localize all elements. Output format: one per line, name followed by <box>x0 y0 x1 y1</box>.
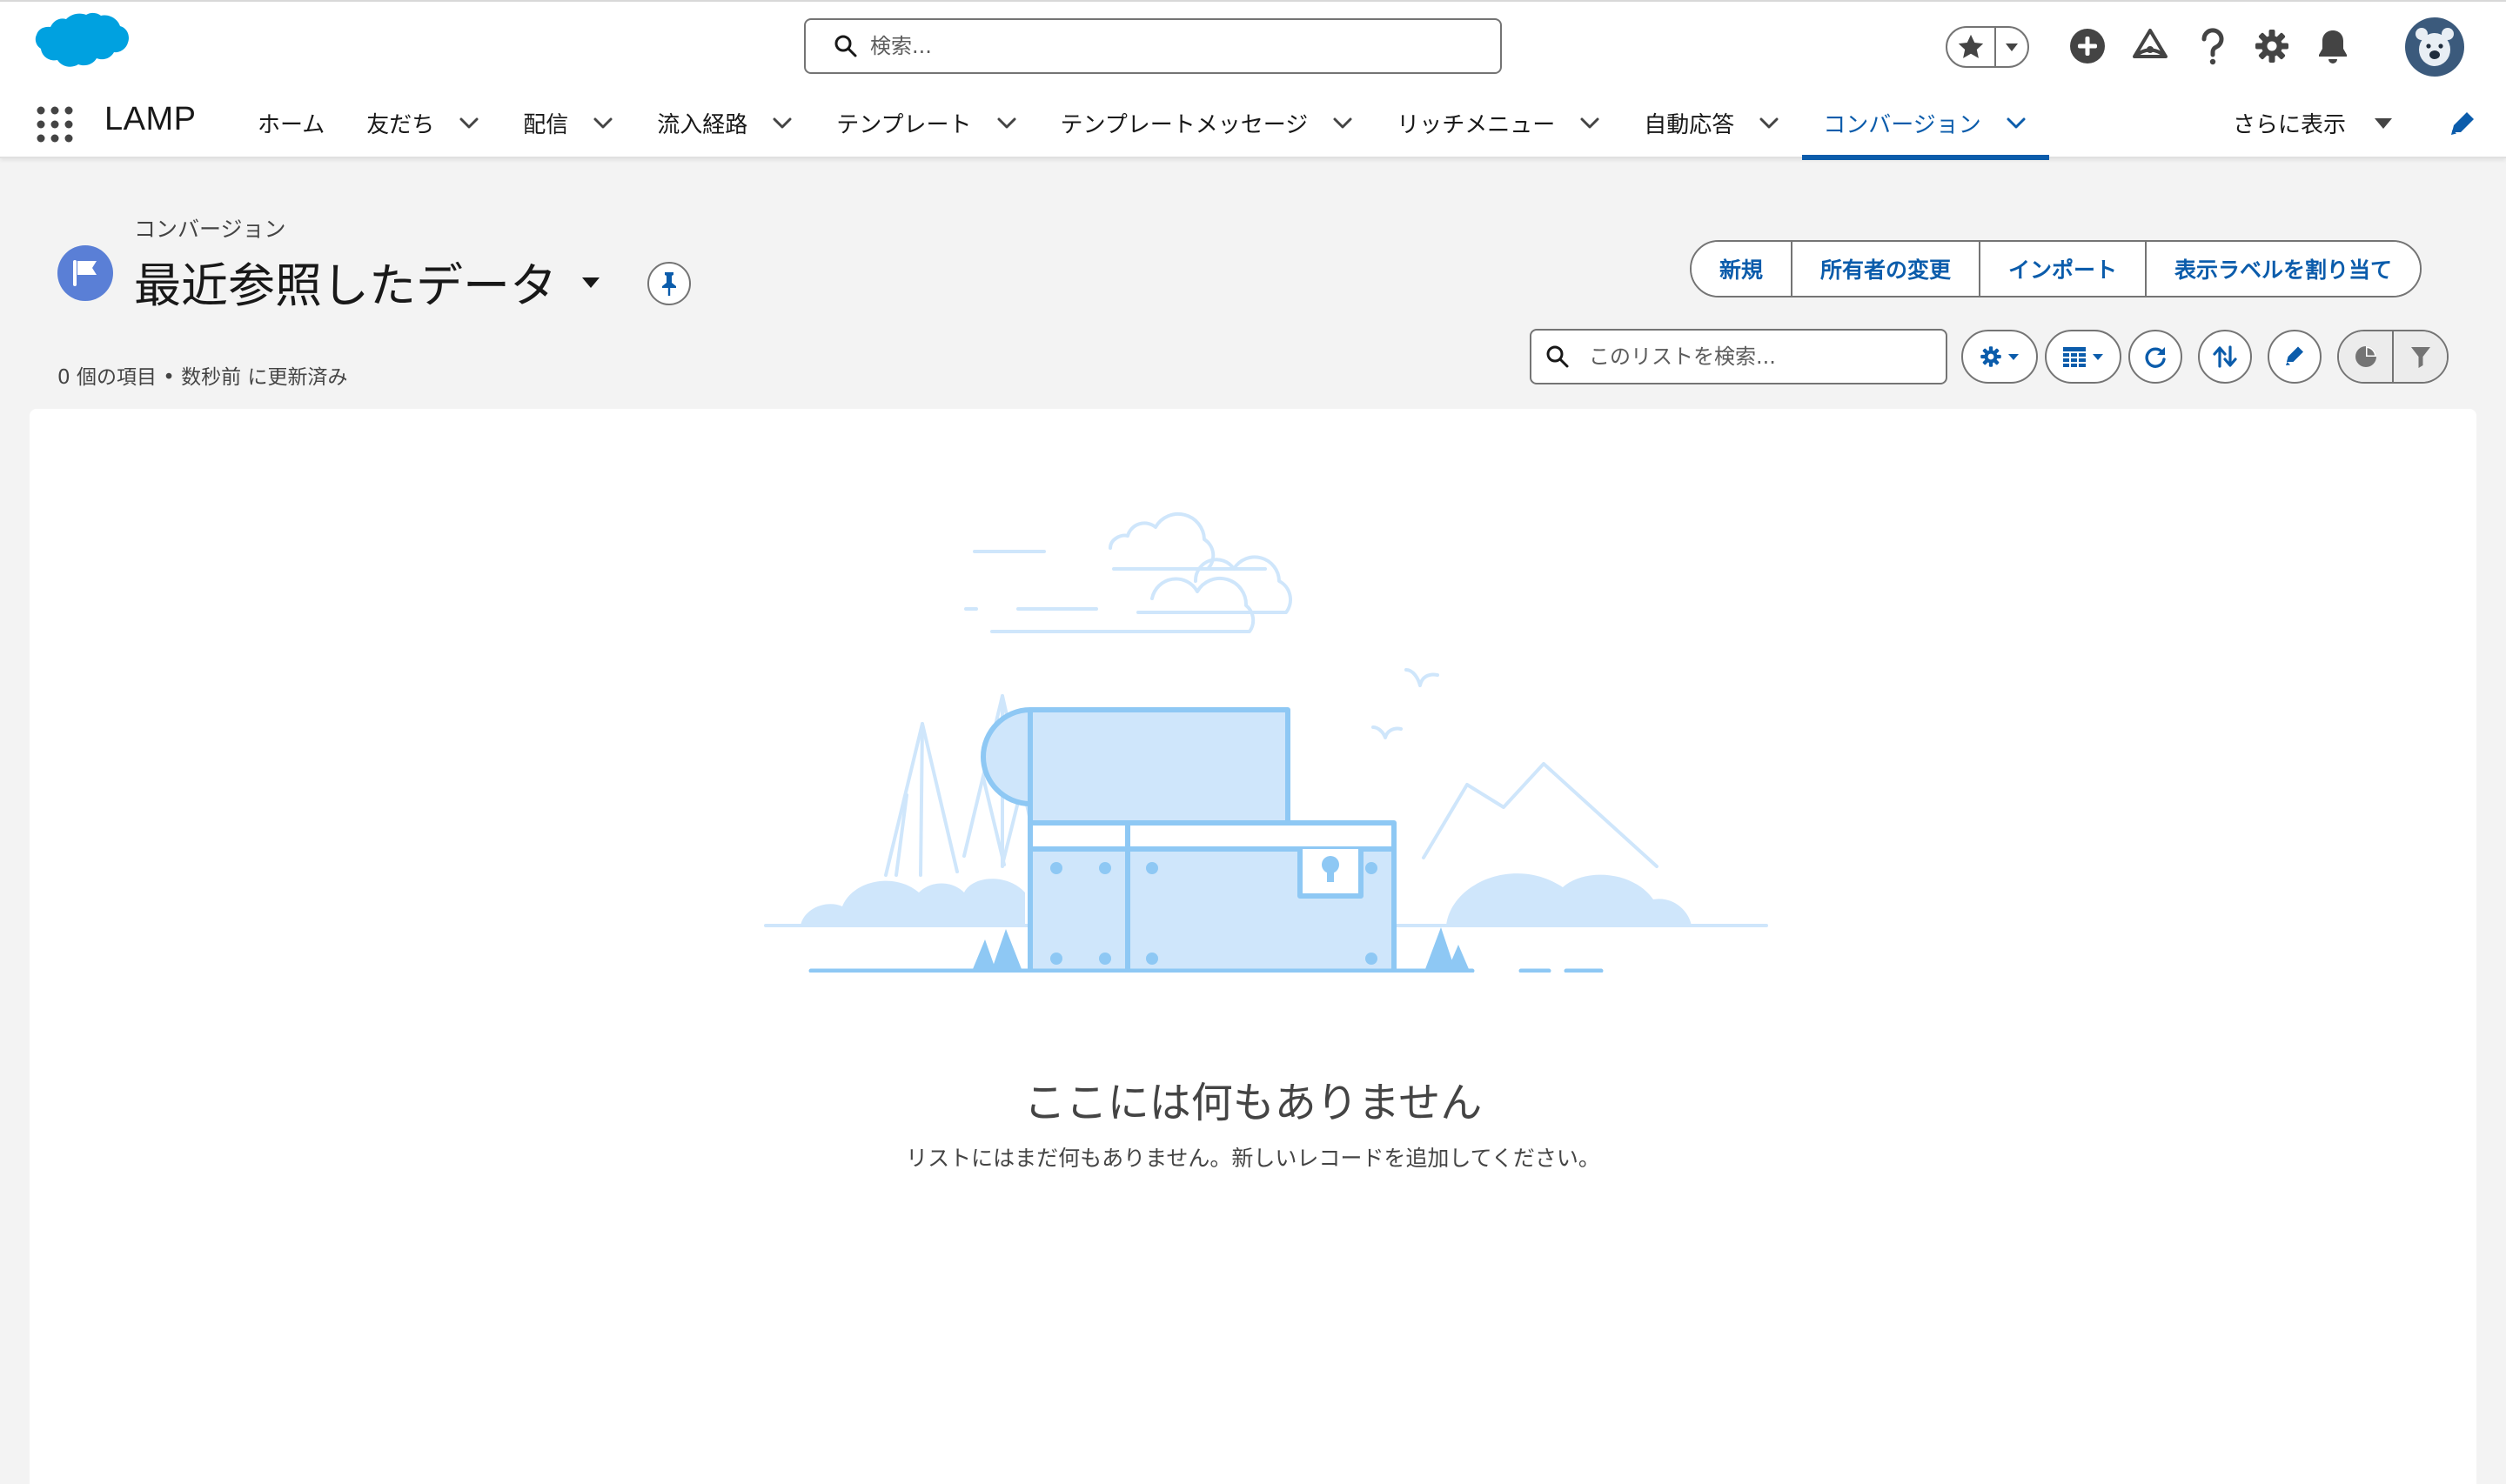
nav-item-label: テンプレートメッセージ <box>1060 111 1309 138</box>
pin-list-view-button[interactable] <box>647 262 691 305</box>
mountain-illustration <box>1422 762 1658 868</box>
notifications-button[interactable] <box>2311 24 2355 68</box>
caret-down-icon <box>2008 354 2019 360</box>
pie-chart-icon <box>2355 346 2376 367</box>
sort-button[interactable] <box>2198 330 2252 384</box>
chevron-down-icon[interactable] <box>770 110 794 135</box>
nav-item-8[interactable]: コンバージョン <box>1802 87 2050 160</box>
bear-avatar-icon <box>2416 28 2454 66</box>
list-search-input[interactable] <box>1589 344 1937 369</box>
object-label: コンバージョン <box>134 217 286 242</box>
flag-icon <box>73 260 97 286</box>
nav-item-2[interactable]: 配信 <box>502 87 636 158</box>
search-icon <box>1546 345 1569 368</box>
guidance-center-button[interactable] <box>2128 24 2172 68</box>
list-view-selector[interactable]: 最近参照したデータ <box>134 247 602 316</box>
search-icon <box>834 35 857 57</box>
header-actions <box>1636 2 2506 89</box>
nav-item-6[interactable]: リッチメニュー <box>1376 87 1623 158</box>
nav-item-1[interactable]: 友だち <box>345 87 502 158</box>
table-icon <box>2063 347 2086 367</box>
nav-items: ホーム 友だち 配信 流入経路 テンプレート テンプレートメッセージ リッチメニュー 自動応答… <box>237 87 2050 160</box>
cloud-illustration <box>964 511 1292 633</box>
caret-down-icon <box>2375 118 2393 129</box>
nav-item-label: 配信 <box>523 111 569 138</box>
nav-more-label: さらに表示 <box>2233 111 2347 138</box>
empty-state-body: リストにはまだ何もありません。新しいレコードを追加してください。 <box>906 1146 1600 1171</box>
treasure-chest-illustration <box>981 707 1397 973</box>
chevron-down-icon[interactable] <box>1757 110 1781 135</box>
nav-item-label: コンバージョン <box>1823 111 1981 138</box>
refresh-icon <box>2145 347 2166 368</box>
list-meta-info: 0 個の項目 • 数秒前 に更新済み <box>57 366 348 389</box>
empty-state-title: ここには何もありません <box>1023 1079 1483 1127</box>
empty-state-illustration <box>764 511 1768 973</box>
nav-item-label: ホーム <box>258 111 325 138</box>
nav-item-label: 友だち <box>366 111 435 138</box>
bell-icon <box>2319 30 2347 64</box>
nav-more-button[interactable]: さらに表示 <box>2233 87 2393 158</box>
global-actions-button[interactable] <box>2066 24 2109 68</box>
nav-item-3[interactable]: 流入経路 <box>636 87 815 158</box>
list-action-group: 新規 所有者の変更 インポート 表示ラベルを割り当て <box>1690 240 2422 297</box>
filter-icon <box>2410 347 2430 368</box>
nav-item-label: リッチメニュー <box>1397 111 1556 138</box>
app-launcher-icon[interactable] <box>35 104 75 144</box>
assign-label-button[interactable]: 表示ラベルを割り当て <box>2145 242 2421 296</box>
help-icon <box>2201 28 2224 65</box>
chevron-down-icon[interactable] <box>591 110 615 135</box>
caret-down-icon <box>2006 43 2018 51</box>
chevron-down-icon[interactable] <box>995 110 1019 135</box>
app-name: LAMP <box>104 101 197 137</box>
global-search[interactable] <box>804 18 1502 74</box>
edit-nav-pencil-icon[interactable] <box>2447 110 2476 139</box>
app-nav-bar: LAMP ホーム 友だち 配信 流入経路 テンプレート テンプレートメッセージ リッチメニュ… <box>0 87 2506 160</box>
list-view-card: ここには何もありません リストにはまだ何もありません。新しいレコードを追加してく… <box>30 409 2476 1484</box>
refresh-button[interactable] <box>2128 330 2182 384</box>
display-as-button[interactable] <box>2045 330 2121 384</box>
setup-button[interactable] <box>2250 24 2294 68</box>
pencil-icon <box>2286 346 2303 365</box>
global-search-input[interactable] <box>870 34 1462 58</box>
nav-item-5[interactable]: テンプレートメッセージ <box>1040 87 1377 158</box>
chevron-down-icon[interactable] <box>457 110 481 135</box>
star-icon <box>1958 34 1984 58</box>
user-avatar[interactable] <box>2405 17 2464 77</box>
nav-item-7[interactable]: 自動応答 <box>1623 87 1802 158</box>
favorites-list-button[interactable] <box>1996 28 2027 66</box>
nav-item-4[interactable]: テンプレート <box>815 87 1039 158</box>
gear-icon <box>1980 346 2001 367</box>
chevron-down-icon[interactable] <box>1330 110 1355 135</box>
gear-icon <box>2255 30 2288 63</box>
sort-arrows-icon <box>2213 345 2237 368</box>
bird-illustration <box>1371 668 1439 739</box>
list-view-title: 最近参照したデータ <box>134 258 557 313</box>
trailhead-icon <box>2133 29 2168 58</box>
help-button[interactable] <box>2191 24 2235 68</box>
caret-down-icon <box>582 277 600 288</box>
import-button[interactable]: インポート <box>1979 242 2146 296</box>
list-search[interactable] <box>1530 329 1947 384</box>
nav-item-label: 流入経路 <box>657 111 748 138</box>
filter-button[interactable] <box>2392 331 2447 382</box>
new-button[interactable]: 新規 <box>1692 242 1792 296</box>
list-view-controls-button[interactable] <box>1961 330 2038 384</box>
caret-down-icon <box>2093 354 2103 360</box>
chart-button[interactable] <box>2339 331 2392 382</box>
nav-item-0[interactable]: ホーム <box>237 87 345 158</box>
conversion-object-icon <box>57 245 113 301</box>
chevron-down-icon[interactable] <box>2004 110 2028 135</box>
nav-item-label: テンプレート <box>836 111 972 138</box>
favorites-button[interactable] <box>1947 28 1996 66</box>
pin-icon <box>662 272 676 296</box>
chart-filter-group <box>2337 330 2449 384</box>
chevron-down-icon[interactable] <box>1578 110 1602 135</box>
salesforce-logo[interactable] <box>26 12 129 82</box>
change-owner-button[interactable]: 所有者の変更 <box>1791 242 1980 296</box>
inline-edit-button[interactable] <box>2268 330 2322 384</box>
nav-item-label: 自動応答 <box>1644 111 1735 138</box>
add-icon <box>2070 29 2105 64</box>
favorites-group <box>1946 26 2029 68</box>
global-header <box>0 0 2506 87</box>
